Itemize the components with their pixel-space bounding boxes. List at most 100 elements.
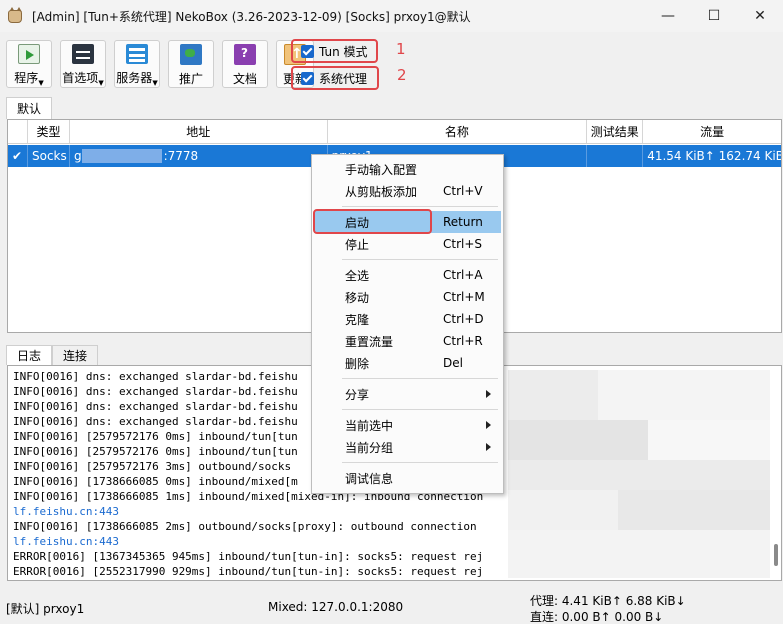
column-type[interactable]: 类型 xyxy=(28,120,70,143)
tun-mode-label: Tun 模式 xyxy=(319,44,368,59)
preferences-icon xyxy=(72,44,94,64)
menu-label: 移动 xyxy=(345,290,370,305)
menu-separator xyxy=(342,259,498,260)
menu-item-select-all[interactable]: 全选 Ctrl+A xyxy=(314,264,501,286)
redacted-log-blur xyxy=(508,370,770,578)
dropdown-arrow-icon: ▼ xyxy=(152,79,158,87)
menu-item-stop[interactable]: 停止 Ctrl+S xyxy=(314,233,501,255)
annotation-1: 1 xyxy=(396,40,406,58)
menu-shortcut: Ctrl+A xyxy=(443,268,483,282)
status-direct-traffic: 直连: 0.00 B↑ 0.00 B↓ xyxy=(530,610,664,624)
menu-label: 当前分组 xyxy=(345,440,394,455)
start-highlight-box xyxy=(313,209,432,234)
toolbar: 程序▼ 首选项▼ 服务器▼ 推广 文档 更新 xyxy=(6,40,322,90)
preferences-menu-button[interactable]: 首选项▼ xyxy=(60,40,106,88)
program-menu-button[interactable]: 程序▼ xyxy=(6,40,52,88)
checkbox-checked-icon xyxy=(301,44,314,58)
menu-label: 克隆 xyxy=(345,312,370,327)
menu-shortcut: Del xyxy=(443,356,463,370)
status-bar: [默认] prxoy1 Mixed: 127.0.0.1:2080 代理: 4.… xyxy=(0,588,783,624)
menu-label: 停止 xyxy=(345,237,370,252)
program-icon xyxy=(18,44,40,64)
title-bar: [Admin] [Tun+系统代理] NekoBox (3.26-2023-12… xyxy=(0,0,783,32)
tab-log[interactable]: 日志 xyxy=(6,345,53,365)
status-current-profile: [默认] prxoy1 xyxy=(6,602,85,616)
menu-label: 从剪贴板添加 xyxy=(345,184,418,199)
menu-shortcut: Ctrl+R xyxy=(443,334,483,348)
maximize-button[interactable]: ☐ xyxy=(691,0,737,32)
menu-label: 当前选中 xyxy=(345,418,394,433)
cell-test-result xyxy=(587,145,644,167)
program-label: 程序 xyxy=(14,71,39,85)
menu-item-debug-info[interactable]: 调试信息 xyxy=(314,467,501,489)
annotation-2: 2 xyxy=(397,66,407,84)
menu-item-share[interactable]: 分享 xyxy=(314,383,501,405)
status-proxy-traffic: 代理: 4.41 KiB↑ 6.88 KiB↓ xyxy=(530,594,686,608)
menu-shortcut: Ctrl+V xyxy=(443,184,483,198)
table-header: 类型 地址 名称 测试结果 流量 xyxy=(8,120,781,144)
server-icon xyxy=(126,44,148,64)
window-title: [Admin] [Tun+系统代理] NekoBox (3.26-2023-12… xyxy=(32,9,471,24)
help-icon xyxy=(234,44,256,65)
menu-label: 手动输入配置 xyxy=(345,162,418,177)
column-traffic[interactable]: 流量 xyxy=(643,120,781,143)
menu-shortcut: Ctrl+D xyxy=(443,312,484,326)
system-proxy-label: 系统代理 xyxy=(319,71,368,86)
menu-shortcut: Return xyxy=(443,215,483,229)
menu-separator xyxy=(342,462,498,463)
preferences-label: 首选项 xyxy=(62,71,99,85)
servers-menu-button[interactable]: 服务器▼ xyxy=(114,40,160,88)
checkbox-checked-icon xyxy=(301,71,314,85)
menu-label: 删除 xyxy=(345,356,370,371)
column-test-result[interactable]: 测试结果 xyxy=(587,120,644,143)
log-scrollbar[interactable] xyxy=(774,544,778,566)
running-check-icon: ✔ xyxy=(8,145,28,167)
cell-type: Socks xyxy=(28,145,70,167)
dropdown-arrow-icon: ▼ xyxy=(98,79,104,87)
menu-separator xyxy=(342,409,498,410)
menu-label: 全选 xyxy=(345,268,370,283)
group-tab-default[interactable]: 默认 xyxy=(6,97,53,119)
cell-address: g :7778 xyxy=(70,145,328,167)
status-mixed-port: Mixed: 127.0.0.1:2080 xyxy=(268,600,404,614)
cell-traffic: 41.54 KiB↑ 162.74 KiB↓ xyxy=(647,149,781,163)
address-prefix: g xyxy=(73,149,82,163)
docs-label: 文档 xyxy=(232,72,257,86)
context-menu: 手动输入配置 从剪贴板添加 Ctrl+V 启动 Return 停止 Ctrl+S… xyxy=(311,154,504,494)
redacted-address-blur xyxy=(81,149,162,163)
close-button[interactable]: ✕ xyxy=(737,0,783,32)
menu-shortcut: Ctrl+S xyxy=(443,237,483,251)
menu-item-current-group[interactable]: 当前分组 xyxy=(314,436,501,458)
minimize-button[interactable]: — xyxy=(645,0,691,32)
globe-icon xyxy=(180,44,202,65)
menu-separator xyxy=(342,378,498,379)
menu-label: 调试信息 xyxy=(345,471,394,486)
menu-item-clone[interactable]: 克隆 Ctrl+D xyxy=(314,308,501,330)
nekobox-logo-icon xyxy=(6,7,24,25)
menu-item-reset-traffic[interactable]: 重置流量 Ctrl+R xyxy=(314,330,501,352)
tab-connections[interactable]: 连接 xyxy=(52,345,99,365)
promo-label: 推广 xyxy=(178,72,203,86)
menu-label: 分享 xyxy=(345,387,370,402)
menu-item-manual-input[interactable]: 手动输入配置 xyxy=(314,158,501,180)
system-proxy-checkbox[interactable]: 系统代理 xyxy=(291,66,379,90)
menu-separator xyxy=(342,206,498,207)
promo-button[interactable]: 推广 xyxy=(168,40,214,88)
address-port: :7778 xyxy=(163,149,199,163)
column-name[interactable]: 名称 xyxy=(328,120,588,143)
menu-item-add-from-clipboard[interactable]: 从剪贴板添加 Ctrl+V xyxy=(314,180,501,202)
servers-label: 服务器 xyxy=(116,71,153,85)
menu-shortcut: Ctrl+M xyxy=(443,290,485,304)
dropdown-arrow-icon: ▼ xyxy=(38,79,44,87)
tun-mode-checkbox[interactable]: Tun 模式 xyxy=(291,39,378,63)
menu-label: 重置流量 xyxy=(345,334,394,349)
bottom-tabs: 日志 连接 xyxy=(6,345,99,365)
submenu-arrow-icon xyxy=(486,390,491,398)
menu-item-move[interactable]: 移动 Ctrl+M xyxy=(314,286,501,308)
submenu-arrow-icon xyxy=(486,421,491,429)
submenu-arrow-icon xyxy=(486,443,491,451)
docs-button[interactable]: 文档 xyxy=(222,40,268,88)
column-address[interactable]: 地址 xyxy=(70,120,328,143)
menu-item-delete[interactable]: 删除 Del xyxy=(314,352,501,374)
menu-item-current-selected[interactable]: 当前选中 xyxy=(314,414,501,436)
